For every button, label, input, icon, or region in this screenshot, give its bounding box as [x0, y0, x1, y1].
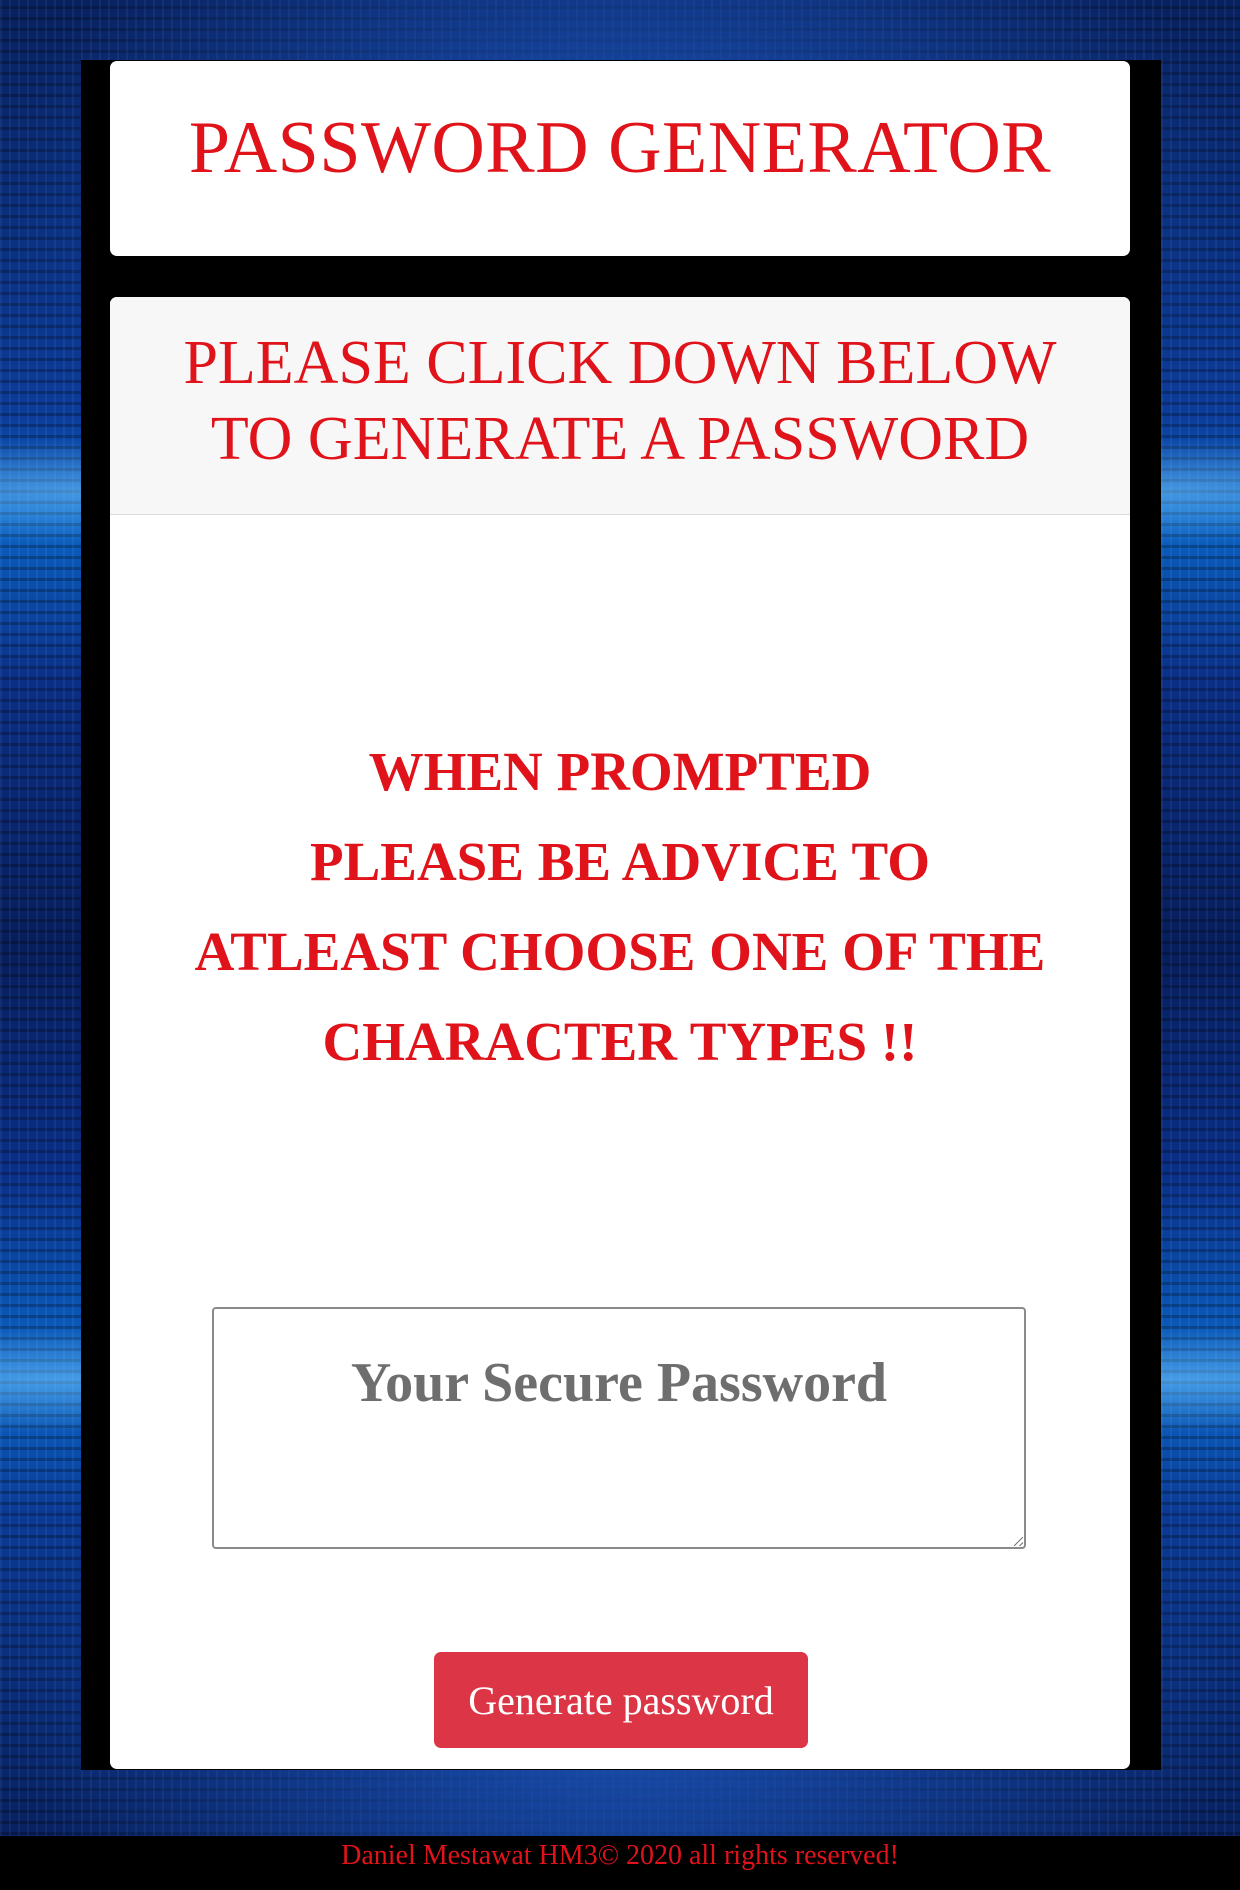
card-header: PLEASE CLICK DOWN BELOW TO GENERATE A PA…: [110, 297, 1130, 515]
notice-line-3: ATLEAST CHOOSE ONE OF THE: [194, 921, 1046, 982]
password-output[interactable]: [212, 1307, 1026, 1549]
title-card: PASSWORD GENERATOR: [110, 61, 1130, 256]
page-title: PASSWORD GENERATOR: [188, 107, 1052, 189]
card-header-text: PLEASE CLICK DOWN BELOW TO GENERATE A PA…: [183, 325, 1056, 477]
character-types-notice: WHEN PROMPTED PLEASE BE ADVICE TO ATLEAS…: [110, 727, 1130, 1087]
notice-line-2: PLEASE BE ADVICE TO: [310, 831, 930, 892]
resize-grip-icon[interactable]: [1014, 1537, 1023, 1546]
copyright-text: Daniel Mestawat HM3© 2020 all rights res…: [341, 1840, 899, 1871]
footer: Daniel Mestawat HM3© 2020 all rights res…: [0, 1836, 1240, 1890]
generate-password-button[interactable]: Generate password: [434, 1652, 808, 1748]
card-header-line-1: PLEASE CLICK DOWN BELOW: [183, 328, 1057, 397]
notice-line-4: CHARACTER TYPES !!: [322, 1011, 918, 1072]
generator-card: PLEASE CLICK DOWN BELOW TO GENERATE A PA…: [110, 297, 1130, 1769]
notice-line-1: WHEN PROMPTED: [368, 741, 872, 802]
card-header-line-2: TO GENERATE A PASSWORD: [210, 404, 1030, 473]
